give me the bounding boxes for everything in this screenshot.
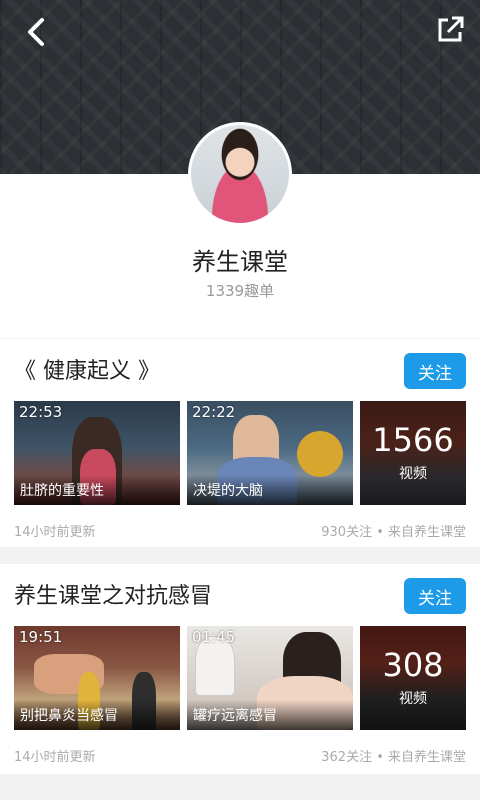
playlist-stats: 362关注 • 来自养生课堂 <box>321 750 466 765</box>
video-count: 1566 <box>372 421 454 460</box>
playlist-title[interactable]: 养生课堂之对抗感冒 <box>14 578 212 610</box>
video-thumbnail[interactable]: 19:51 别把鼻炎当感冒 <box>14 626 180 730</box>
profile-section: 养生课堂 1339趣单 <box>0 122 480 338</box>
playlist-stats: 930关注 • 来自养生课堂 <box>321 525 466 540</box>
follow-button[interactable]: 关注 <box>404 353 466 389</box>
video-duration: 19:51 <box>19 628 63 646</box>
back-button[interactable] <box>18 14 54 50</box>
chevron-left-icon <box>28 18 44 46</box>
video-duration: 01:45 <box>192 628 236 646</box>
playlist-card[interactable]: 《 健康起义 》 关注 22:53 肚脐的重要性 22:22 决堤的大脑 156… <box>0 339 480 547</box>
playlist-title[interactable]: 《 健康起义 》 <box>14 353 160 385</box>
video-thumbnails: 19:51 别把鼻炎当感冒 01:45 罐疗远离感冒 308 视频 <box>14 626 466 730</box>
more-videos-thumbnail[interactable]: 308 视频 <box>360 626 466 730</box>
more-videos-thumbnail[interactable]: 1566 视频 <box>360 401 466 505</box>
video-caption: 肚脐的重要性 <box>14 475 180 505</box>
video-thumbnail[interactable]: 01:45 罐疗远离感冒 <box>187 626 353 730</box>
more-videos-overlay: 1566 视频 <box>360 401 466 505</box>
video-count: 308 <box>382 646 444 685</box>
video-count-label: 视频 <box>399 465 427 482</box>
external-link-icon <box>438 16 464 42</box>
video-caption: 别把鼻炎当感冒 <box>14 700 180 730</box>
video-thumbnail[interactable]: 22:53 肚脐的重要性 <box>14 401 180 505</box>
video-count-label: 视频 <box>399 690 427 707</box>
video-duration: 22:53 <box>19 403 63 421</box>
video-thumbnail[interactable]: 22:22 决堤的大脑 <box>187 401 353 505</box>
follow-button[interactable]: 关注 <box>404 578 466 614</box>
update-time: 14小时前更新 <box>14 525 96 540</box>
playlist-card[interactable]: 养生课堂之对抗感冒 关注 19:51 别把鼻炎当感冒 01:45 罐疗远离感冒 … <box>0 564 480 774</box>
update-time: 14小时前更新 <box>14 750 96 765</box>
share-button[interactable] <box>432 12 468 48</box>
video-thumbnails: 22:53 肚脐的重要性 22:22 决堤的大脑 1566 视频 <box>14 401 466 505</box>
profile-name: 养生课堂 <box>192 248 288 276</box>
avatar[interactable] <box>188 122 292 226</box>
video-caption: 决堤的大脑 <box>187 475 353 505</box>
profile-subtitle: 1339趣单 <box>205 282 275 300</box>
more-videos-overlay: 308 视频 <box>360 626 466 730</box>
video-caption: 罐疗远离感冒 <box>187 700 353 730</box>
video-duration: 22:22 <box>192 403 236 421</box>
